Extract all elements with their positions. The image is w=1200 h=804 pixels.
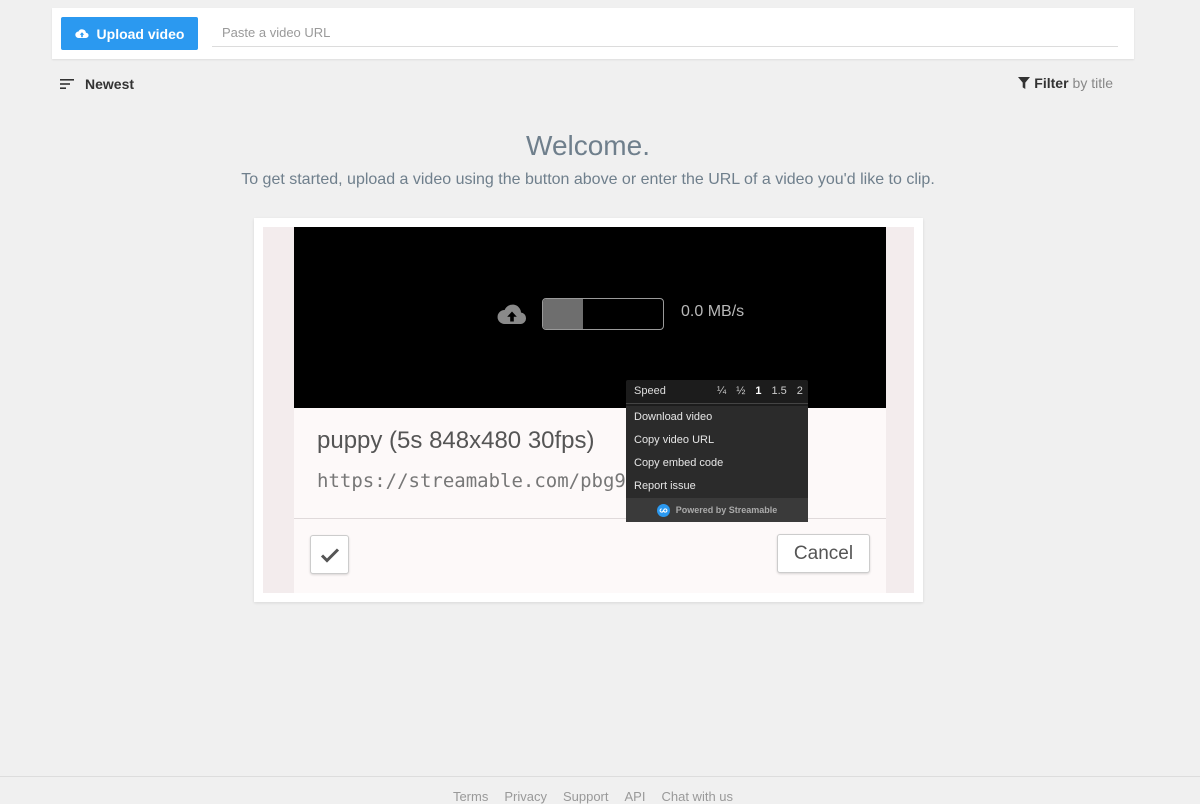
context-menu-items: Download video Copy video URL Copy embed c… [626, 406, 808, 498]
sort-label: Newest [85, 76, 135, 92]
upload-progress-fill [543, 299, 583, 329]
sort-icon [60, 79, 74, 89]
checkmark-icon [320, 547, 339, 563]
cloud-upload-icon [74, 28, 89, 38]
footer-links: Terms Privacy Support API Chat with us [0, 789, 1186, 804]
footer-link[interactable]: Chat with us [661, 789, 733, 804]
speed-option[interactable]: 2 [792, 385, 808, 397]
speed-option[interactable]: ¼ [712, 385, 731, 397]
powered-by-streamable[interactable]: Powered by Streamable [626, 498, 808, 522]
context-menu-item[interactable]: Download video [626, 406, 808, 429]
filter-sublabel: by title [1072, 75, 1113, 91]
sort-dropdown[interactable]: Newest [60, 75, 134, 93]
speed-row: Speed ¼ ½ 1 1.5 2 [626, 380, 808, 404]
context-menu-item[interactable]: Copy embed code [626, 452, 808, 475]
filter-label: Filter [1034, 75, 1069, 91]
upload-progress-bar [542, 298, 664, 330]
context-menu-item[interactable]: Report issue [626, 475, 808, 498]
cancel-button[interactable]: Cancel [777, 534, 870, 573]
demo-card: 0.0 MB/s puppy (5s 848x480 30fps) https:… [254, 218, 923, 602]
video-context-menu: Speed ¼ ½ 1 1.5 2 Download video Copy video U… [626, 380, 808, 522]
speed-label: Speed [634, 385, 666, 397]
streamable-logo-icon [656, 503, 670, 517]
footer-link[interactable]: Support [563, 789, 609, 804]
filter-icon [1018, 77, 1031, 89]
footer-link[interactable]: Terms [453, 789, 488, 804]
clip-title: puppy (5s 848x480 30fps) [317, 427, 595, 454]
video-url-input[interactable] [212, 19, 1118, 47]
upload-video-button[interactable]: Upload video [61, 17, 198, 50]
confirm-button[interactable] [310, 535, 349, 574]
speed-options: ¼ ½ 1 1.5 2 [712, 385, 808, 397]
context-menu-item[interactable]: Copy video URL [626, 429, 808, 452]
powered-by-label: Powered by Streamable [675, 505, 778, 515]
speed-option[interactable]: ½ [731, 385, 750, 397]
welcome-title: Welcome. [526, 130, 650, 161]
filter-by-title[interactable]: Filter by title [1018, 74, 1113, 92]
cloud-upload-icon [497, 304, 527, 324]
speed-option[interactable]: 1 [750, 385, 766, 397]
demo-preview: 0.0 MB/s puppy (5s 848x480 30fps) https:… [263, 227, 914, 593]
footer-link[interactable]: API [625, 789, 646, 804]
footer-divider [0, 776, 1200, 777]
welcome-subtitle: To get started, upload a video using the… [241, 171, 935, 188]
upload-speed: 0.0 MB/s [681, 303, 745, 320]
upload-video-label: Upload video [96, 25, 185, 42]
clip-url: https://streamable.com/pbg98 [317, 470, 638, 492]
clip-actions: Cancel [294, 519, 886, 593]
footer-link[interactable]: Privacy [504, 789, 547, 804]
speed-option[interactable]: 1.5 [767, 385, 792, 397]
upload-bar: Upload video [52, 8, 1134, 59]
